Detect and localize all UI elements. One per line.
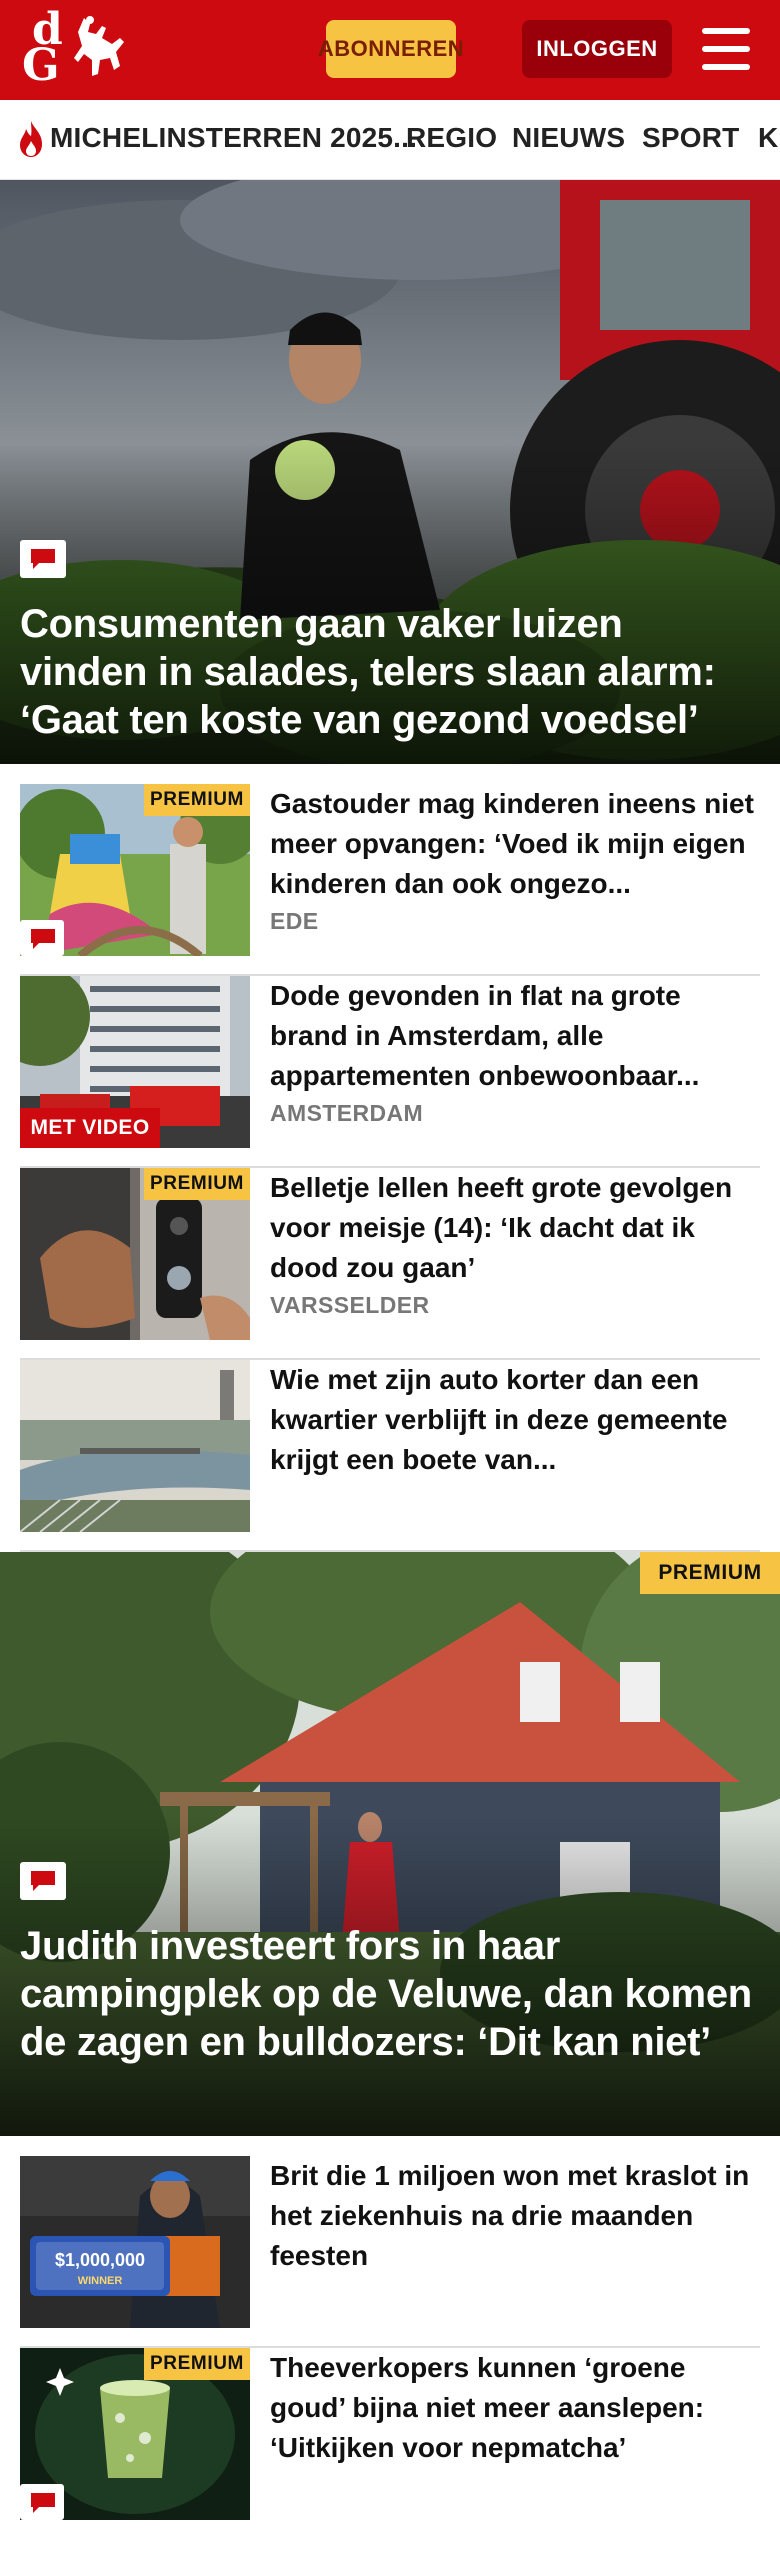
lottery-amount-text: $1,000,000 [55, 2250, 145, 2270]
comment-bubble-icon [31, 2493, 55, 2513]
nav-item-regio[interactable]: REGIO [406, 122, 497, 154]
comment-icon[interactable] [20, 920, 64, 956]
hero-article-salads[interactable]: Consumenten gaan vaker luizen vinden in … [0, 180, 780, 764]
nav-item-sport[interactable]: SPORT [642, 122, 739, 154]
premium-badge: PREMIUM [144, 1168, 250, 1200]
menu-line [702, 28, 750, 34]
premium-badge: PREMIUM [640, 1552, 780, 1594]
menu-line [702, 46, 750, 52]
hero-title[interactable]: Judith investeert fors in haar campingpl… [20, 1922, 756, 2066]
comment-bubble-icon [31, 549, 55, 569]
comment-bubble-icon [31, 1871, 55, 1891]
comment-icon[interactable] [20, 1862, 66, 1900]
video-badge: MET VIDEO [20, 1108, 160, 1148]
flame-icon [20, 121, 42, 157]
section-nav: MICHELINSTERREN 2025... REGIO NIEUWS SPO… [0, 100, 780, 180]
comment-icon[interactable] [20, 2484, 64, 2520]
menu-line [702, 64, 750, 70]
site-logo[interactable]: d G [22, 8, 124, 91]
top-header: d G ABONNEREN INLOGGEN [0, 0, 780, 100]
article-title[interactable]: Gastouder mag kinderen ineens niet meer … [270, 784, 760, 904]
nav-item-michelinsterren[interactable]: MICHELINSTERREN 2025... [50, 122, 417, 154]
article-title[interactable]: Wie met zijn auto korter dan een kwartie… [270, 1360, 760, 1480]
list-item-brand-amsterdam[interactable]: MET VIDEO Dode gevonden in flat na grote… [20, 976, 760, 1168]
hero-article-camping[interactable]: PREMIUM Judith investeert fors in haar c… [0, 1552, 780, 2136]
hero-title[interactable]: Consumenten gaan vaker luizen vinden in … [20, 600, 756, 744]
article-location: AMSTERDAM [270, 1100, 424, 1126]
lottery-winner-text: WINNER [78, 2275, 123, 2287]
subscribe-button[interactable]: ABONNEREN [318, 20, 464, 78]
thumbnail-matcha-drink: PREMIUM [20, 2348, 250, 2520]
article-title[interactable]: Brit die 1 miljoen won met kraslot in he… [270, 2156, 760, 2276]
article-location: EDE [270, 908, 319, 934]
list-item-kraslot-miljoen[interactable]: $1,000,000 WINNER Brit die 1 miljoen won… [20, 2156, 760, 2348]
article-location: VARSSELDER [270, 1292, 430, 1318]
logo-letters: d G [22, 8, 63, 91]
thumbnail-lottery-winner: $1,000,000 WINNER [20, 2156, 250, 2328]
thumbnail-fire: MET VIDEO [20, 976, 250, 1148]
nav-item-k[interactable]: K [758, 122, 778, 154]
thumbnail-doorbell: PREMIUM [20, 1168, 250, 1340]
article-title[interactable]: Dode gevonden in flat na grote brand in … [270, 976, 760, 1096]
premium-badge: PREMIUM [144, 2348, 250, 2380]
nav-item-nieuws[interactable]: NIEUWS [512, 122, 625, 154]
horse-rider-icon [74, 16, 124, 76]
article-title[interactable]: Belletje lellen heeft grote gevolgen voo… [270, 1168, 760, 1288]
list-item-gastouder[interactable]: PREMIUM Gastouder mag kinderen ineens ni… [20, 784, 760, 976]
article-title[interactable]: Theeverkopers kunnen ‘groene goud’ bijna… [270, 2348, 760, 2468]
comment-icon[interactable] [20, 540, 66, 578]
list-item-boete-parkeren[interactable]: Wie met zijn auto korter dan een kwartie… [20, 1360, 760, 1552]
logo-letter-g: G [22, 40, 60, 91]
thumbnail-daycare: PREMIUM [20, 784, 250, 956]
login-button[interactable]: INLOGGEN [522, 20, 672, 78]
comment-bubble-icon [31, 929, 55, 949]
hamburger-icon[interactable] [700, 24, 752, 74]
thumbnail-city-aerial [20, 1360, 250, 1532]
list-item-matcha[interactable]: PREMIUM Theeverkopers kunnen ‘groene gou… [20, 2348, 760, 2520]
list-item-belletje-lellen[interactable]: PREMIUM Belletje lellen heeft grote gevo… [20, 1168, 760, 1360]
premium-badge: PREMIUM [144, 784, 250, 816]
